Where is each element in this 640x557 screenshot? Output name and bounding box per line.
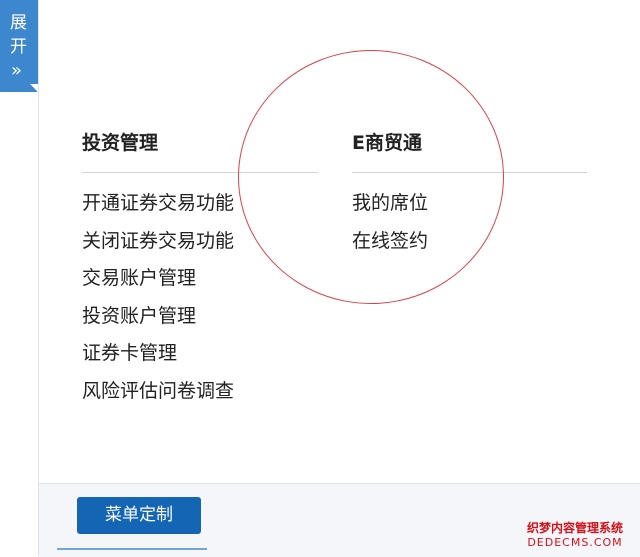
menu-item-securities-card[interactable]: 证券卡管理 — [82, 335, 318, 373]
menu-item-investment-account[interactable]: 投资账户管理 — [82, 298, 318, 336]
double-chevron-right-icon: » — [11, 60, 23, 81]
watermark-line-2: DEDECMS.COM — [527, 536, 623, 549]
expand-tab[interactable]: 展 开 » — [0, 0, 38, 92]
menu-item-risk-questionnaire[interactable]: 风险评估问卷调查 — [82, 373, 318, 411]
tab-notch — [30, 84, 38, 92]
annotation-circle — [238, 50, 504, 304]
expand-label-2: 开 — [10, 37, 27, 57]
expand-label-1: 展 — [10, 13, 27, 33]
watermark: 织梦内容管理系统 DEDECMS.COM — [524, 521, 626, 550]
menu-customize-button[interactable]: 菜单定制 — [77, 497, 201, 534]
watermark-line-1: 织梦内容管理系统 — [526, 521, 623, 535]
sidebar-border — [38, 0, 39, 556]
footer-underline — [57, 548, 207, 550]
